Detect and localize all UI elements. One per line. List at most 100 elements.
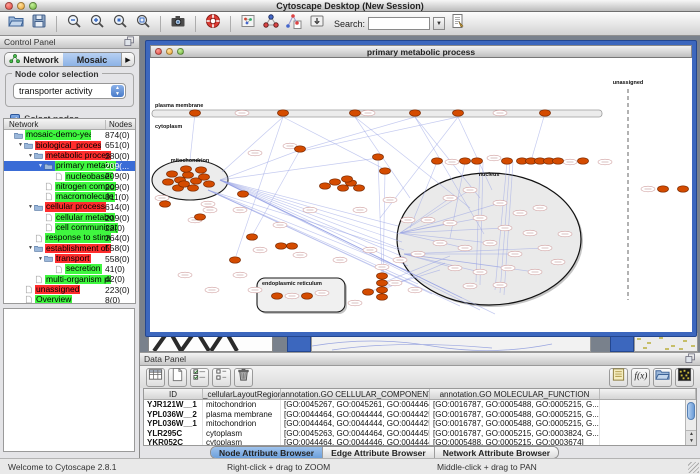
- annotation-button[interactable]: [238, 14, 258, 34]
- graph-node-selected[interactable]: [183, 172, 194, 178]
- tree-row-cellular-process[interactable]: ▼cellular process614(0): [4, 202, 135, 212]
- graph-node-selected[interactable]: [658, 186, 669, 192]
- create-attribute-button[interactable]: [168, 368, 187, 387]
- zoom-window-button[interactable]: [29, 2, 37, 10]
- import-attributes-button[interactable]: [653, 368, 672, 387]
- tree-row-primary-metabo[interactable]: ▼primary metabo209(...: [4, 161, 135, 171]
- tab-edge-attribute-browser[interactable]: Edge Attribute Browser: [323, 447, 435, 458]
- graph-node-selected[interactable]: [472, 158, 483, 164]
- tree-row-overview[interactable]: Overview8(0): [4, 295, 135, 304]
- graph-node-selected[interactable]: [373, 154, 384, 160]
- help-button[interactable]: [203, 14, 223, 34]
- tree-row-nucleobase-[interactable]: nucleobase-209(0): [4, 171, 135, 181]
- graph-node-selected[interactable]: [230, 257, 241, 263]
- graph-node-selected[interactable]: [278, 110, 289, 116]
- tree-row-unassigned[interactable]: unassigned223(0): [4, 284, 135, 294]
- tree-row-macromolecule[interactable]: macromolecule311(0): [4, 192, 135, 202]
- tab-node-attribute-browser[interactable]: Node Attribute Browser: [211, 447, 323, 458]
- tree-expand-icon[interactable]: ▼: [27, 204, 34, 210]
- zoom-selected-button[interactable]: [110, 14, 130, 34]
- tab-mosaic[interactable]: Mosaic: [63, 53, 121, 66]
- graph-node-selected[interactable]: [238, 191, 249, 197]
- graph-node-selected[interactable]: [179, 181, 190, 187]
- attribute-editor-button[interactable]: [609, 368, 628, 387]
- scrollbar-thumb[interactable]: [687, 402, 695, 420]
- tree-expand-icon[interactable]: ▼: [17, 142, 24, 148]
- graph-node-selected[interactable]: [302, 293, 313, 299]
- vizmapper-node-button[interactable]: [261, 14, 281, 34]
- network-view-titlebar[interactable]: primary metabolic process: [150, 45, 692, 58]
- zoom-window-button[interactable]: [177, 48, 184, 55]
- graph-node-selected[interactable]: [460, 158, 471, 164]
- tree-row-transport[interactable]: ▼transport558(0): [4, 254, 135, 264]
- zoom-fit-button[interactable]: [133, 14, 153, 34]
- graph-node-selected[interactable]: [432, 158, 443, 164]
- graph-node-selected[interactable]: [276, 243, 287, 249]
- close-button[interactable]: [5, 2, 13, 10]
- minimize-button[interactable]: [166, 48, 173, 55]
- tree-row-cellular-metabo[interactable]: cellular metabo209(0): [4, 212, 135, 222]
- graph-node-selected[interactable]: [188, 185, 199, 191]
- graph-node-selected[interactable]: [410, 110, 421, 116]
- vizmapper-edge-button[interactable]: [284, 14, 304, 34]
- tree-row-establishment-of-lo[interactable]: ▼establishment of lo558(0): [4, 243, 135, 253]
- graph-node-selected[interactable]: [204, 181, 215, 187]
- delete-attribute-button[interactable]: [234, 368, 253, 387]
- session-editor-button[interactable]: [448, 14, 468, 34]
- graph-node-selected[interactable]: [377, 273, 388, 279]
- graph-node-selected[interactable]: [330, 179, 341, 185]
- function-builder-button[interactable]: f(x): [631, 368, 650, 387]
- close-button[interactable]: [155, 48, 162, 55]
- zoom-out-button[interactable]: [64, 14, 84, 34]
- graph-node-selected[interactable]: [578, 158, 589, 164]
- graph-node-selected[interactable]: [342, 176, 353, 182]
- tab-network[interactable]: Network: [5, 53, 63, 66]
- graph-node-selected[interactable]: [163, 179, 174, 185]
- table-row[interactable]: YLR295Ccytoplasm[GO:0045263, GO:0044464,…: [144, 429, 696, 439]
- graph-node-selected[interactable]: [195, 214, 206, 220]
- graph-node-selected[interactable]: [338, 185, 349, 191]
- tree-expand-icon[interactable]: ▼: [37, 163, 44, 169]
- column-header[interactable]: ID: [144, 389, 203, 399]
- tree-row-secretion[interactable]: secretion41(0): [4, 264, 135, 274]
- matrix-view-button[interactable]: [675, 368, 694, 387]
- open-session-button[interactable]: [6, 14, 26, 34]
- column-header[interactable]: annotation.GO MOLECULAR_FUNCTION: [430, 389, 600, 399]
- snapshot-button[interactable]: [168, 14, 188, 34]
- search-input[interactable]: [368, 17, 430, 30]
- graph-node-selected[interactable]: [380, 168, 391, 174]
- tree-expand-icon[interactable]: ▼: [37, 256, 44, 262]
- select-attributes-button[interactable]: [190, 368, 209, 387]
- float-panel-icon[interactable]: [123, 35, 135, 49]
- scrollbar-arrows[interactable]: ▲▼: [686, 430, 697, 445]
- graph-node-selected[interactable]: [196, 167, 207, 173]
- zoom-in-button[interactable]: [87, 14, 107, 34]
- graph-node-selected[interactable]: [295, 146, 306, 152]
- tree-row-cell-communicat[interactable]: cell communicat22(0): [4, 223, 135, 233]
- save-session-button[interactable]: [29, 14, 49, 34]
- table-row[interactable]: YKR052Ccytoplasm[GO:0044464, GO:0044446,…: [144, 438, 696, 446]
- graph-node-selected[interactable]: [199, 174, 210, 180]
- graph-node-selected[interactable]: [320, 183, 331, 189]
- graph-node-selected[interactable]: [247, 234, 258, 240]
- tree-row-biological-process[interactable]: ▼biological_process651(0): [4, 140, 135, 150]
- tree-row-response-to-stimul[interactable]: response to stimul264(0): [4, 233, 135, 243]
- graph-node-selected[interactable]: [377, 287, 388, 293]
- network-canvas[interactable]: plasma membranecytoplasmmitochondrionnuc…: [150, 58, 692, 332]
- float-panel-icon[interactable]: [684, 352, 696, 366]
- table-scrollbar[interactable]: ▲▼: [685, 400, 696, 445]
- graph-node-selected[interactable]: [287, 243, 298, 249]
- node-color-dropdown[interactable]: transporter activity ▲▼: [13, 83, 126, 99]
- import-button[interactable]: [307, 14, 327, 34]
- search-dropdown-button[interactable]: ▼: [433, 17, 445, 30]
- graph-node-selected[interactable]: [160, 201, 171, 207]
- table-row[interactable]: YPL036W__1mitochondrion[GO:0044464, GO:0…: [144, 419, 696, 429]
- graph-node-selected[interactable]: [350, 110, 361, 116]
- resize-grip[interactable]: [688, 462, 699, 473]
- unselect-attributes-button[interactable]: [212, 368, 231, 387]
- column-header[interactable]: _cellularLayoutRegion: [203, 389, 281, 399]
- tab-network-attribute-browser[interactable]: Network Attribute Browser: [435, 447, 558, 458]
- graph-node-selected[interactable]: [553, 158, 564, 164]
- table-row[interactable]: YPL036W__2plasma membrane[GO:0044464, GO…: [144, 410, 696, 420]
- graph-node-selected[interactable]: [363, 289, 374, 295]
